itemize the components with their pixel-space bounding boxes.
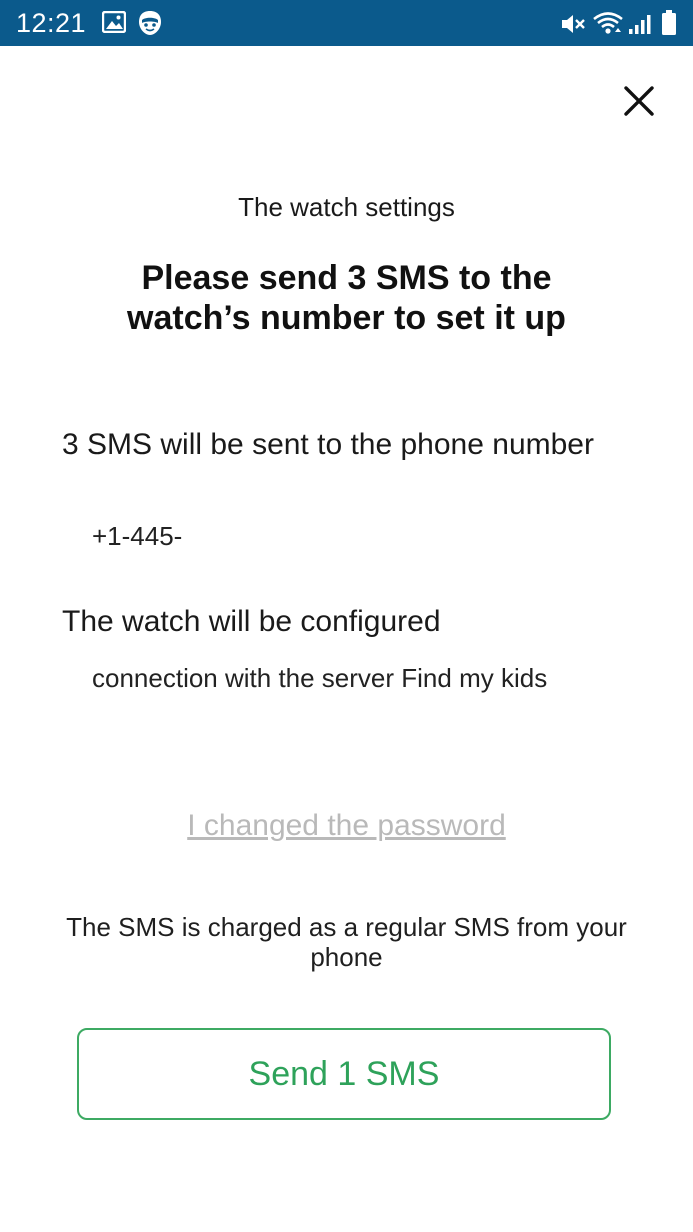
send-sms-button[interactable]: Send 1 SMS	[77, 1028, 611, 1120]
status-bar: 12:21	[0, 0, 693, 46]
battery-icon	[662, 10, 676, 35]
page-subtitle: The watch settings	[238, 192, 455, 222]
sms-charge-note: The SMS is charged as a regular SMS from…	[66, 912, 627, 972]
phone-number: +1-445-	[92, 521, 183, 551]
status-time: 12:21	[16, 8, 87, 38]
changed-password-link[interactable]: I changed the password	[0, 807, 693, 845]
wifi-icon	[593, 12, 623, 34]
config-section-title: The watch will be configured	[62, 605, 441, 638]
app-mascot-icon	[139, 11, 161, 35]
page-title-line-1: Please send 3 SMS to the	[141, 259, 552, 297]
close-icon[interactable]	[618, 80, 660, 122]
image-icon	[102, 11, 126, 33]
mute-icon	[562, 15, 585, 33]
page-title: Please send 3 SMS to the watch’s number …	[0, 258, 693, 338]
page-title-line-2: watch’s number to set it up	[127, 299, 566, 337]
sms-section-title: 3 SMS will be sent to the phone number	[62, 428, 594, 461]
config-section-value: connection with the server Find my kids	[92, 663, 548, 693]
signal-icon	[629, 15, 651, 34]
